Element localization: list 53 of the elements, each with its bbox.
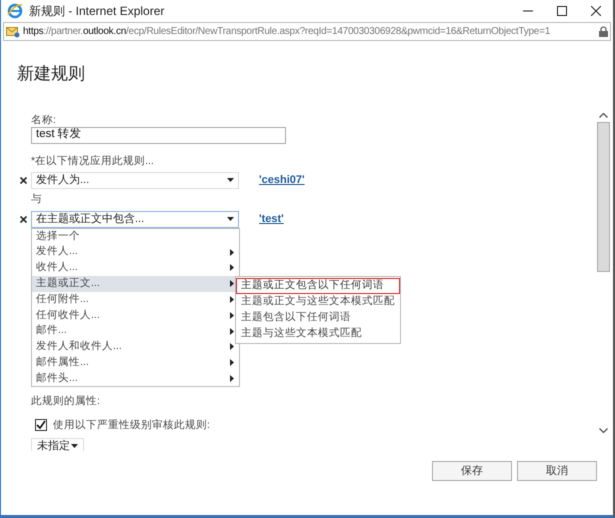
menu-item[interactable]: 任何收件人... (32, 307, 239, 324)
condition-dropdown[interactable]: 在主题或正文中包含... (31, 210, 239, 228)
audit-checkbox[interactable] (35, 419, 47, 432)
name-input[interactable]: test 转发 (31, 126, 286, 144)
submenu-arrow-icon (230, 359, 234, 366)
caret-icon (71, 444, 78, 448)
address-bar[interactable]: https://partner.outlook.cn/ecp/RulesEditor/NewTransportRule.aspx?reqId=1470030306928&pwmcid=16&ReturnObjectType=1 (3, 22, 611, 41)
remove-icon[interactable] (20, 176, 27, 184)
submenu-item[interactable]: 主题或正文包含以下任何词语 (236, 278, 400, 294)
caret-icon (227, 217, 234, 221)
menu-item[interactable]: 任何附件... (32, 292, 239, 308)
scroll-thumb[interactable] (596, 122, 610, 272)
submenu-arrow-icon (230, 248, 234, 256)
section-label: *在以下情况应用此规则... (31, 154, 155, 168)
submenu-item[interactable]: 主题或正文与这些文本模式匹配 (236, 294, 400, 310)
value-link[interactable]: 'ceshi07' (259, 172, 305, 188)
close-icon (591, 6, 601, 16)
menu-item[interactable]: 邮件属性... (32, 354, 239, 371)
submenu-arrow-icon (230, 328, 234, 335)
field-label: 名称: (31, 112, 57, 126)
browser-logo-icon (7, 3, 23, 19)
condition-dropdown[interactable]: 发件人为... (31, 172, 239, 188)
url-text: https://partner.outlook.cn/ecp/RulesEditor/NewTransportRule.aspx?reqId=1470030306928&pwmcid=16&ReturnObjectType=1 (23, 25, 550, 39)
menu-item[interactable]: 发件人和收件人... (32, 339, 239, 355)
window-title: 新规则 - Internet Explorer (29, 3, 164, 20)
scroll-up-icon[interactable] (598, 113, 608, 118)
submenu-arrow-icon (230, 375, 234, 382)
remove-icon[interactable] (20, 216, 27, 222)
submenu-arrow-icon (230, 264, 234, 272)
submenu-item[interactable]: 主题包含以下任何词语 (236, 310, 400, 326)
scroll-down-icon[interactable] (598, 428, 608, 433)
menu-item[interactable]: 选择一个 (32, 228, 239, 244)
page-heading: 新建规则 (17, 63, 86, 85)
maximize-icon (557, 6, 567, 16)
checkbox-label: 使用以下严重性级别审核此规则: (53, 418, 210, 432)
menu-item[interactable]: 邮件... (32, 323, 239, 340)
submenu-arrow-icon (230, 312, 234, 319)
submenu-item[interactable]: 主题与这些文本模式匹配 (236, 326, 400, 342)
menu-item[interactable]: 邮件头... (32, 370, 239, 386)
menu-item[interactable]: 发件人... (32, 244, 239, 260)
submenu-arrow-icon (230, 343, 234, 350)
lock-icon (599, 26, 608, 37)
submenu-arrow-icon (230, 280, 234, 288)
dialog-button[interactable]: 保存 (432, 461, 512, 481)
menu-item[interactable]: 收件人... (32, 260, 239, 276)
severity-dropdown[interactable]: 未指定 (31, 438, 84, 451)
caret-icon (227, 178, 234, 182)
section-label: 此规则的属性: (31, 394, 101, 408)
joiner-label: 与 (31, 192, 43, 206)
mail-page-icon (6, 26, 20, 38)
submenu-arrow-icon (230, 296, 234, 304)
dialog-button[interactable]: 取消 (517, 461, 597, 481)
value-link[interactable]: 'test' (259, 210, 284, 228)
